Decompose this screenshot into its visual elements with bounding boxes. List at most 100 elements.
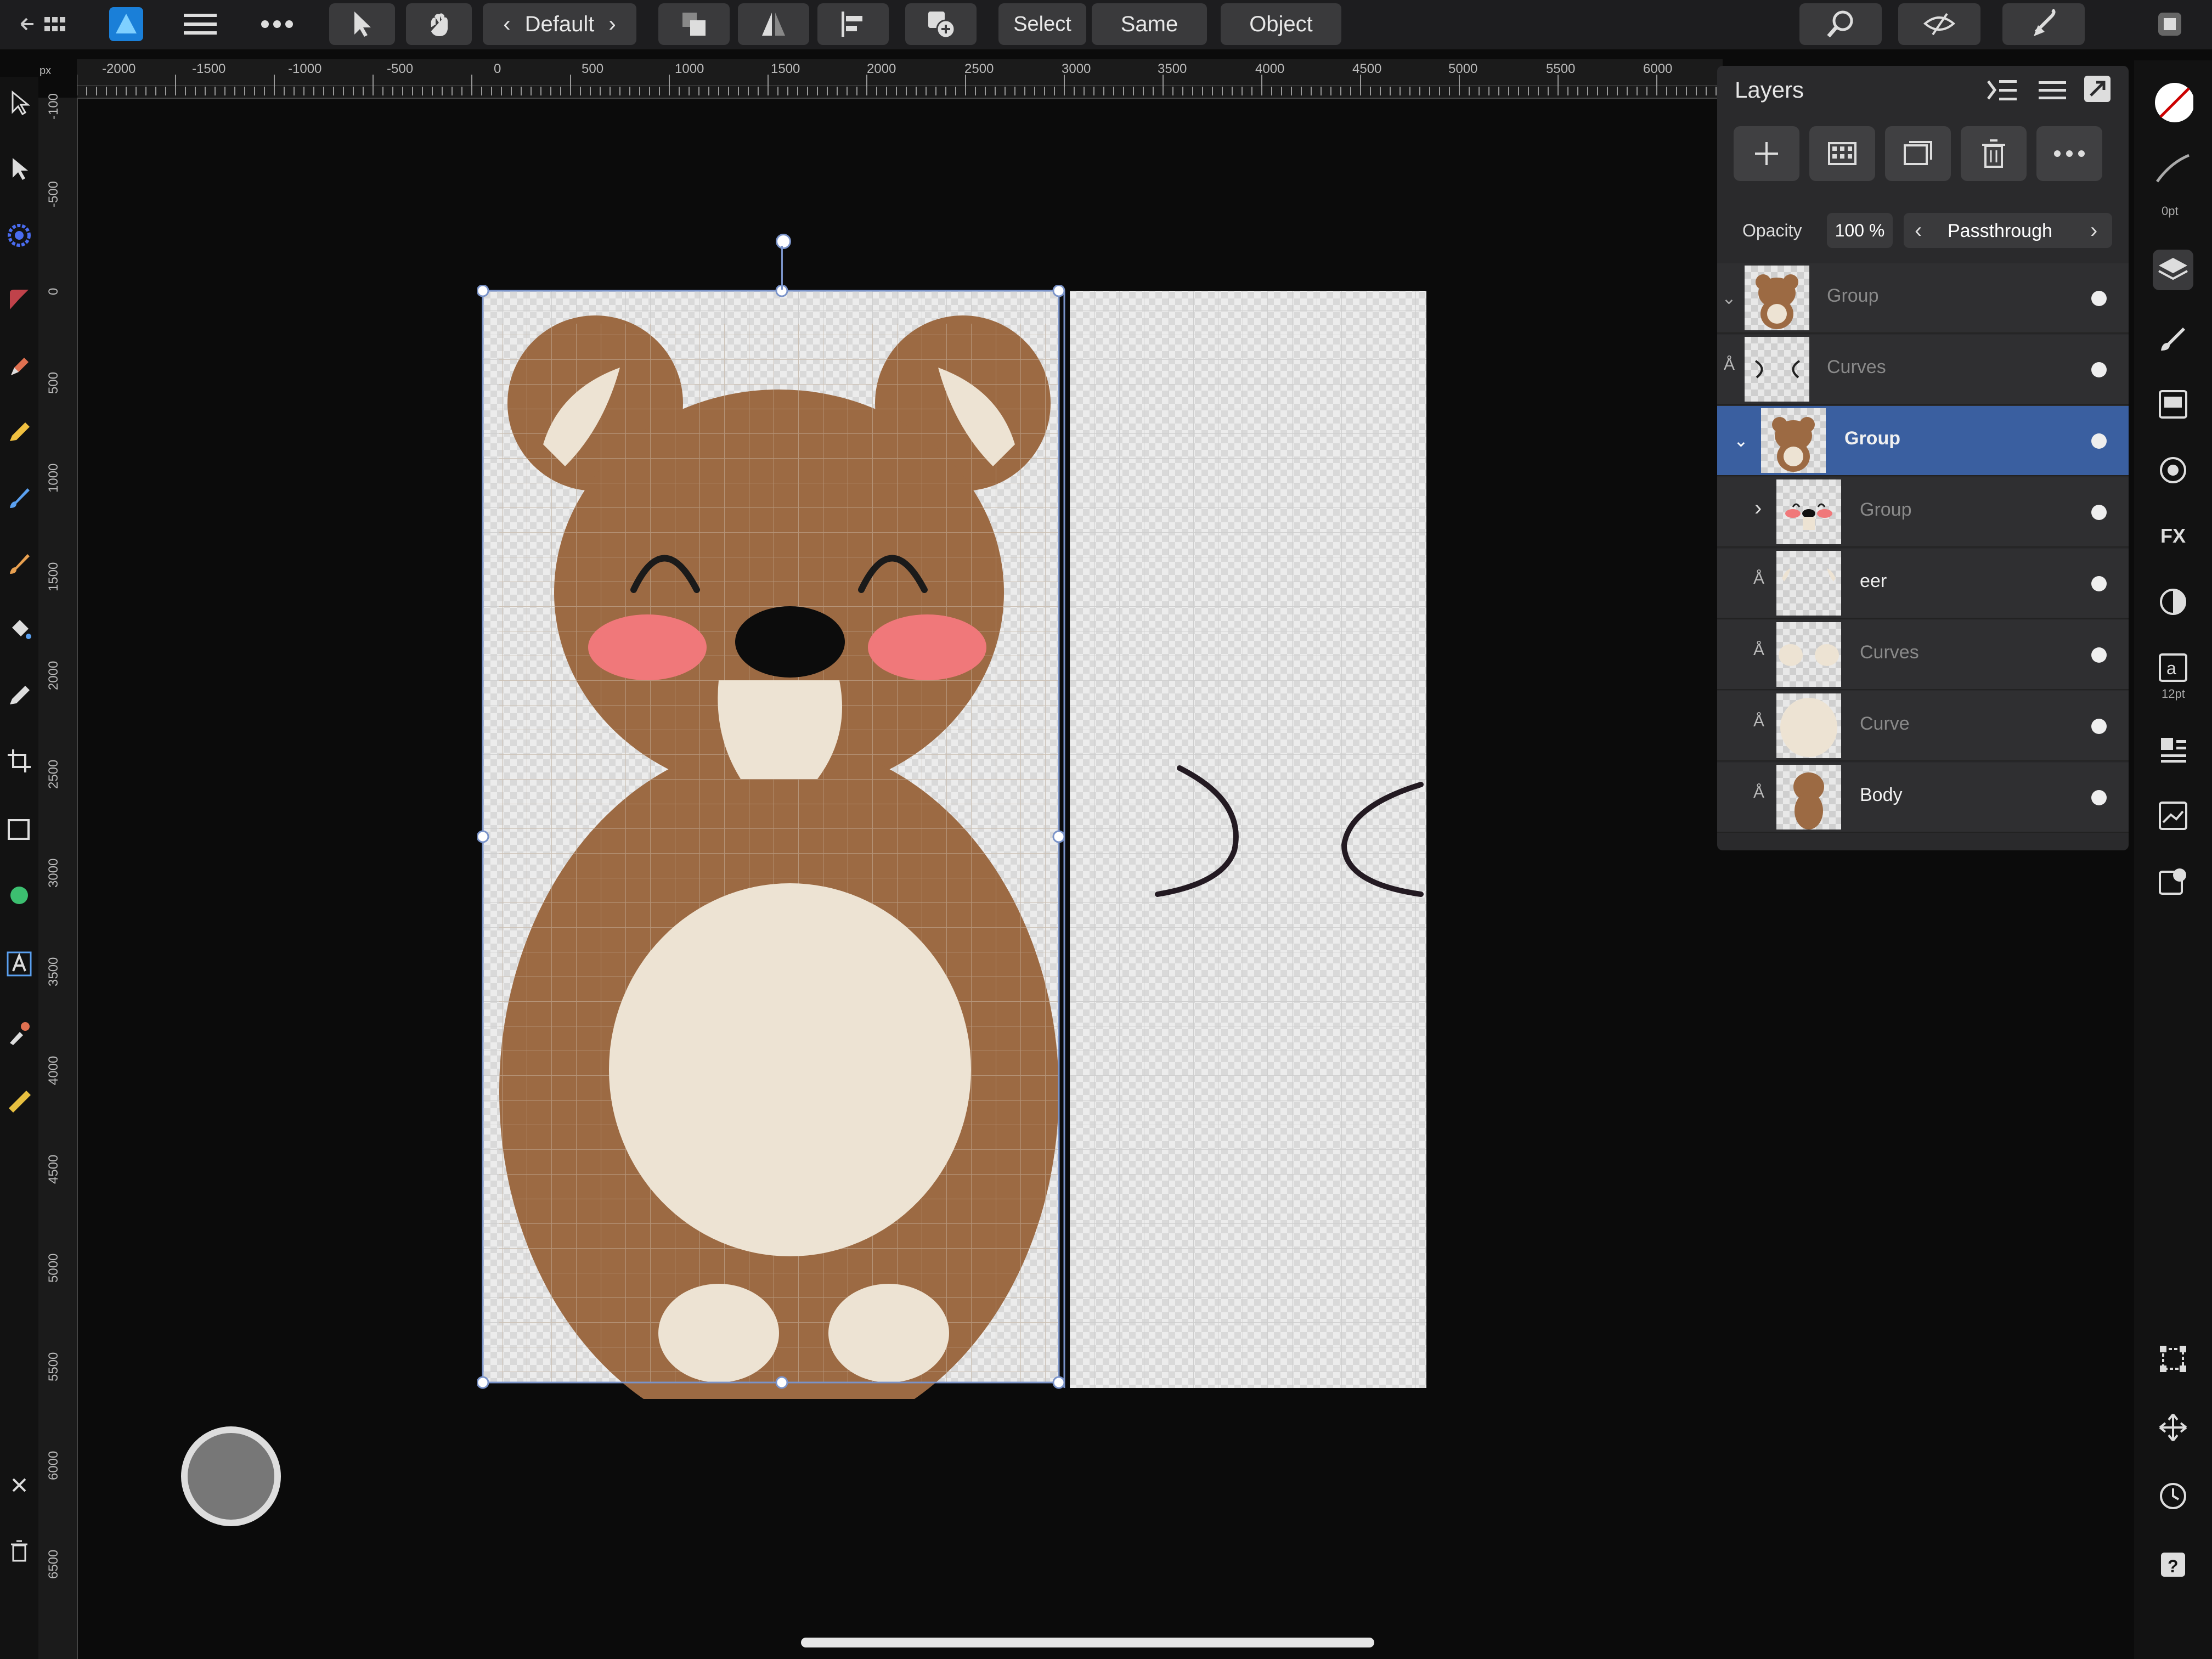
- pencil-tool-icon[interactable]: [4, 417, 34, 447]
- history-studio-icon[interactable]: [2153, 1476, 2193, 1516]
- move-tool-icon[interactable]: [4, 88, 34, 117]
- add-layer-button[interactable]: [1734, 126, 1799, 181]
- color-picker-icon[interactable]: [4, 1018, 34, 1047]
- ruler-h-label: 5000: [1448, 61, 1478, 76]
- chevron-left-icon[interactable]: ‹: [1915, 218, 1922, 243]
- layer-row[interactable]: ⌄ Group: [1717, 263, 2129, 334]
- add-group-button[interactable]: [1885, 126, 1951, 181]
- hand-pan-icon[interactable]: [406, 3, 472, 45]
- flip-icon[interactable]: [738, 3, 809, 45]
- preset-selector[interactable]: ‹ Default ›: [483, 3, 636, 45]
- muzzle[interactable]: [718, 680, 842, 779]
- brush-tool-icon[interactable]: [4, 483, 34, 512]
- artboard-right[interactable]: [1070, 291, 1426, 1388]
- chevron-down-icon[interactable]: ⌄: [1722, 287, 1736, 308]
- visibility-toggle[interactable]: [2091, 576, 2107, 591]
- delete-layer-button[interactable]: [1961, 126, 2027, 181]
- layer-row[interactable]: Å Body: [1717, 763, 2129, 833]
- left-foot[interactable]: [658, 1284, 779, 1383]
- stroke-icon[interactable]: [2153, 148, 2193, 189]
- fx-studio-icon[interactable]: FX: [2153, 516, 2193, 556]
- chevron-right-icon[interactable]: ›: [2090, 218, 2097, 243]
- layer-row[interactable]: Å eer: [1717, 549, 2129, 619]
- visibility-toggle[interactable]: [2091, 362, 2107, 377]
- navigator-studio-icon[interactable]: [2153, 795, 2193, 836]
- modifier-button[interactable]: [181, 1426, 281, 1526]
- transparency-tool-icon[interactable]: [4, 680, 34, 710]
- belly[interactable]: [609, 883, 971, 1256]
- appearance-studio-icon[interactable]: [2153, 450, 2193, 490]
- node-tool-icon[interactable]: [4, 154, 34, 183]
- visibility-toggle[interactable]: [2091, 719, 2107, 734]
- visibility-toggle[interactable]: [2091, 433, 2107, 449]
- close-icon[interactable]: [4, 1470, 34, 1500]
- bear-illustration[interactable]: [499, 315, 1059, 1443]
- horizontal-ruler: -2000 -1500 -1000 -500 0 500 1000 1500 2…: [77, 59, 1723, 99]
- left-cheek[interactable]: [588, 614, 707, 680]
- fill-brush-icon[interactable]: [4, 549, 34, 578]
- layer-row[interactable]: Å Curve: [1717, 691, 2129, 761]
- transparency-studio-icon[interactable]: [2153, 582, 2193, 622]
- chevron-right-icon[interactable]: ›: [608, 12, 616, 37]
- pin-panel-icon[interactable]: [2082, 74, 2115, 106]
- pointer-mode-icon[interactable]: [329, 3, 395, 45]
- text-studio-icon[interactable]: a: [2153, 647, 2193, 688]
- object-button[interactable]: Object: [1221, 3, 1341, 45]
- fullscreen-icon[interactable]: [2140, 3, 2200, 45]
- app-logo-icon[interactable]: [104, 3, 148, 45]
- align-icon[interactable]: [817, 3, 889, 45]
- color-swatch-icon[interactable]: [2153, 82, 2193, 123]
- layer-options-button[interactable]: [2036, 126, 2102, 181]
- home-indicator[interactable]: [801, 1638, 1374, 1647]
- brushes-studio-icon[interactable]: [2153, 318, 2193, 359]
- rectangle-tool-icon[interactable]: [4, 815, 34, 844]
- help-icon[interactable]: ?: [2153, 1544, 2193, 1585]
- back-grid-icon[interactable]: [8, 3, 74, 45]
- chevron-right-icon[interactable]: ›: [1754, 496, 1762, 521]
- add-pixel-layer-button[interactable]: [1809, 126, 1875, 181]
- corner-tool-icon[interactable]: [4, 221, 34, 250]
- right-foot[interactable]: [828, 1284, 949, 1383]
- select-button[interactable]: Select: [998, 3, 1086, 45]
- view-eye-icon[interactable]: [1898, 3, 1980, 45]
- chevron-down-icon[interactable]: ⌄: [1734, 430, 1748, 451]
- chevron-left-icon[interactable]: ‹: [503, 12, 510, 37]
- right-cheek[interactable]: [868, 614, 986, 680]
- layers-studio-icon[interactable]: [2153, 250, 2193, 290]
- opacity-value[interactable]: 100 %: [1827, 213, 1893, 248]
- document-canvas[interactable]: [476, 247, 1432, 1443]
- nose[interactable]: [735, 606, 845, 678]
- visibility-toggle[interactable]: [2091, 291, 2107, 306]
- rotation-handle[interactable]: [776, 234, 791, 249]
- panel-menu-icon[interactable]: [2035, 74, 2068, 106]
- undo-redo-icon[interactable]: [2002, 3, 2085, 45]
- stock-studio-icon[interactable]: [2153, 384, 2193, 425]
- measure-tool-icon[interactable]: [4, 1086, 34, 1116]
- paragraph-studio-icon[interactable]: [2153, 730, 2193, 770]
- trash-icon[interactable]: [4, 1536, 34, 1566]
- visibility-toggle[interactable]: [2091, 790, 2107, 805]
- pen-tool-icon[interactable]: [4, 351, 34, 381]
- vector-brush-icon[interactable]: [4, 285, 34, 315]
- boolean-add-icon[interactable]: [905, 3, 977, 45]
- fill-bucket-icon[interactable]: [4, 614, 34, 644]
- layer-row[interactable]: ⌄ Group: [1717, 406, 2129, 476]
- transform-studio-icon[interactable]: [2153, 1339, 2193, 1379]
- collapse-panel-icon[interactable]: [1986, 74, 2019, 106]
- layer-row[interactable]: Å Curves: [1717, 620, 2129, 690]
- same-button[interactable]: Same: [1092, 3, 1207, 45]
- more-icon[interactable]: [252, 3, 302, 45]
- arrange-icon[interactable]: [658, 3, 730, 45]
- blend-mode-selector[interactable]: ‹ Passthrough ›: [1904, 213, 2112, 248]
- settings-studio-icon[interactable]: [2153, 861, 2193, 902]
- crop-tool-icon[interactable]: [4, 746, 34, 776]
- layer-row[interactable]: Å Curves: [1717, 335, 2129, 405]
- layer-row[interactable]: › Group: [1717, 477, 2129, 548]
- menu-icon[interactable]: [176, 3, 225, 45]
- shape-tool-icon[interactable]: [4, 881, 34, 910]
- zoom-search-icon[interactable]: [1799, 3, 1882, 45]
- visibility-toggle[interactable]: [2091, 647, 2107, 663]
- snapping-studio-icon[interactable]: [2153, 1407, 2193, 1448]
- visibility-toggle[interactable]: [2091, 505, 2107, 520]
- text-tool-icon[interactable]: [4, 949, 34, 979]
